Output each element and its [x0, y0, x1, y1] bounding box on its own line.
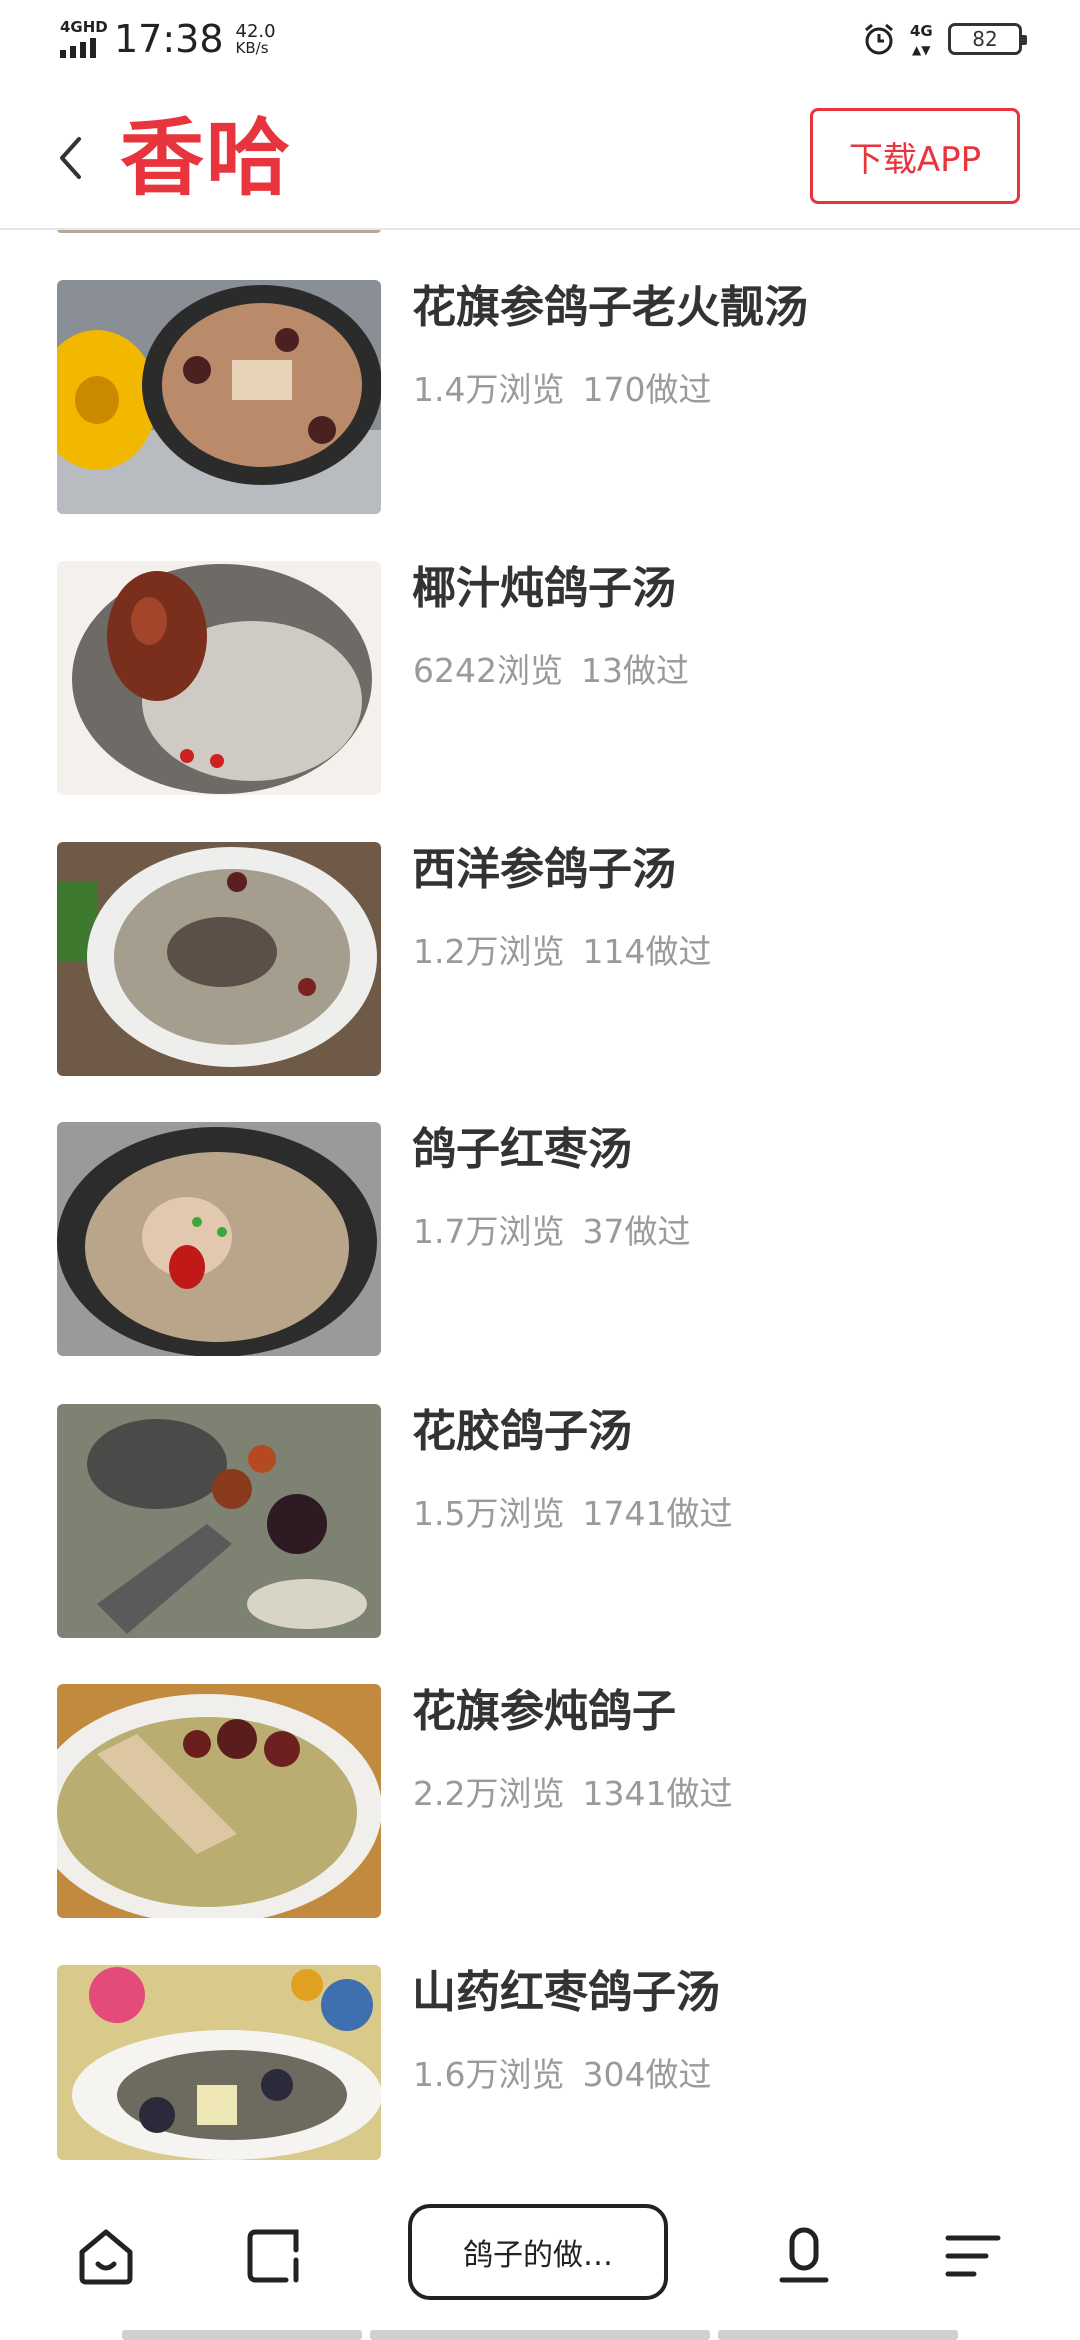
- page-indicator: [122, 2330, 362, 2340]
- back-button[interactable]: [50, 128, 90, 188]
- speed-unit: KB/s: [235, 38, 269, 57]
- page-indicator: [370, 2330, 710, 2340]
- clock: 17:38: [114, 17, 224, 61]
- signal-icon: 4GHD: [58, 18, 108, 60]
- microphone-icon: [779, 2227, 829, 2283]
- view-count: 1.6万浏览: [413, 2055, 565, 2094]
- voice-button[interactable]: [768, 2220, 840, 2292]
- made-count: 304做过: [582, 2055, 712, 2094]
- recipe-thumbnail[interactable]: [57, 1122, 381, 1356]
- recipe-stats: 2.2万浏览 1341做过: [413, 1772, 732, 1816]
- recipe-stats: 1.2万浏览 114做过: [413, 930, 711, 974]
- download-app-button[interactable]: 下载APP: [810, 108, 1020, 204]
- menu-button[interactable]: [936, 2220, 1008, 2292]
- made-count: 1741做过: [582, 1494, 733, 1533]
- status-bar: 4GHD 17:38 42.0 KB/s 4G ▲▼ 82: [0, 0, 1080, 86]
- view-count: 6242浏览: [413, 651, 563, 690]
- recipe-title[interactable]: 鸽子红枣汤: [412, 1122, 632, 1178]
- recipe-item[interactable]: 花旗参炖鸽子 2.2万浏览 1341做过: [57, 1684, 1023, 1918]
- battery-level: 82: [972, 27, 998, 51]
- app-logo[interactable]: 香哈: [120, 106, 292, 210]
- chevron-left-icon: [60, 137, 81, 179]
- search-box[interactable]: 鸽子的做…: [408, 2204, 668, 2300]
- data-network: 4G: [910, 22, 933, 40]
- view-count: 1.4万浏览: [413, 370, 565, 409]
- recipe-thumbnail[interactable]: [57, 842, 381, 1076]
- tabs-icon: [247, 2229, 299, 2283]
- app-header: 香哈 下载APP: [0, 86, 1080, 230]
- recipe-title[interactable]: 花旗参鸽子老火靓汤: [412, 280, 808, 336]
- tabs-button[interactable]: [238, 2220, 310, 2292]
- network-speed: 42.0 KB/s: [235, 20, 276, 57]
- browser-bottom-bar: 鸽子的做…: [0, 2160, 1080, 2340]
- made-count: 13做过: [580, 651, 689, 690]
- recipe-title[interactable]: 椰汁炖鸽子汤: [412, 561, 676, 617]
- view-count: 1.7万浏览: [413, 1212, 565, 1251]
- mobile-data-icon: 4G ▲▼: [910, 22, 933, 57]
- made-count: 170做过: [582, 370, 712, 409]
- menu-icon: [945, 2235, 1001, 2277]
- recipe-list[interactable]: 花旗参鸽子老火靓汤 1.4万浏览 170做过 椰汁炖鸽子汤 6242浏览 13做过: [0, 230, 1080, 2160]
- recipe-item[interactable]: 山药红枣鸽子汤 1.6万浏览 304做过: [57, 1965, 1023, 2160]
- recipe-thumbnail[interactable]: [57, 1684, 381, 1918]
- previous-item-edge: [57, 230, 381, 233]
- recipe-title[interactable]: 花胶鸽子汤: [412, 1404, 632, 1460]
- view-count: 1.5万浏览: [413, 1494, 565, 1533]
- recipe-stats: 1.5万浏览 1741做过: [413, 1492, 732, 1536]
- recipe-stats: 1.4万浏览 170做过: [413, 368, 711, 412]
- home-icon: [79, 2229, 133, 2285]
- page-indicator: [718, 2330, 958, 2340]
- view-count: 1.2万浏览: [413, 932, 565, 971]
- recipe-thumbnail[interactable]: [57, 280, 381, 514]
- network-type: 4GHD: [60, 18, 108, 36]
- recipe-title[interactable]: 花旗参炖鸽子: [412, 1684, 676, 1740]
- made-count: 114做过: [582, 932, 712, 971]
- recipe-thumbnail[interactable]: [57, 1965, 381, 2160]
- home-button[interactable]: [70, 2220, 142, 2292]
- recipe-stats: 6242浏览 13做过: [413, 649, 689, 693]
- recipe-title[interactable]: 山药红枣鸽子汤: [412, 1965, 720, 2021]
- recipe-stats: 1.6万浏览 304做过: [413, 2053, 711, 2097]
- recipe-item[interactable]: 花旗参鸽子老火靓汤 1.4万浏览 170做过: [57, 280, 1023, 514]
- made-count: 37做过: [582, 1212, 691, 1251]
- made-count: 1341做过: [582, 1774, 733, 1813]
- recipe-item[interactable]: 花胶鸽子汤 1.5万浏览 1741做过: [57, 1404, 1023, 1638]
- view-count: 2.2万浏览: [413, 1774, 565, 1813]
- battery-icon: 82: [948, 23, 1027, 55]
- recipe-stats: 1.7万浏览 37做过: [413, 1210, 690, 1254]
- recipe-thumbnail[interactable]: [57, 561, 381, 795]
- recipe-item[interactable]: 椰汁炖鸽子汤 6242浏览 13做过: [57, 561, 1023, 795]
- recipe-item[interactable]: 鸽子红枣汤 1.7万浏览 37做过: [57, 1122, 1023, 1356]
- recipe-item[interactable]: 西洋参鸽子汤 1.2万浏览 114做过: [57, 842, 1023, 1076]
- speed-value: 42.0: [235, 20, 276, 42]
- recipe-title[interactable]: 西洋参鸽子汤: [412, 842, 676, 898]
- alarm-icon: [865, 23, 893, 55]
- recipe-thumbnail[interactable]: [57, 1404, 381, 1638]
